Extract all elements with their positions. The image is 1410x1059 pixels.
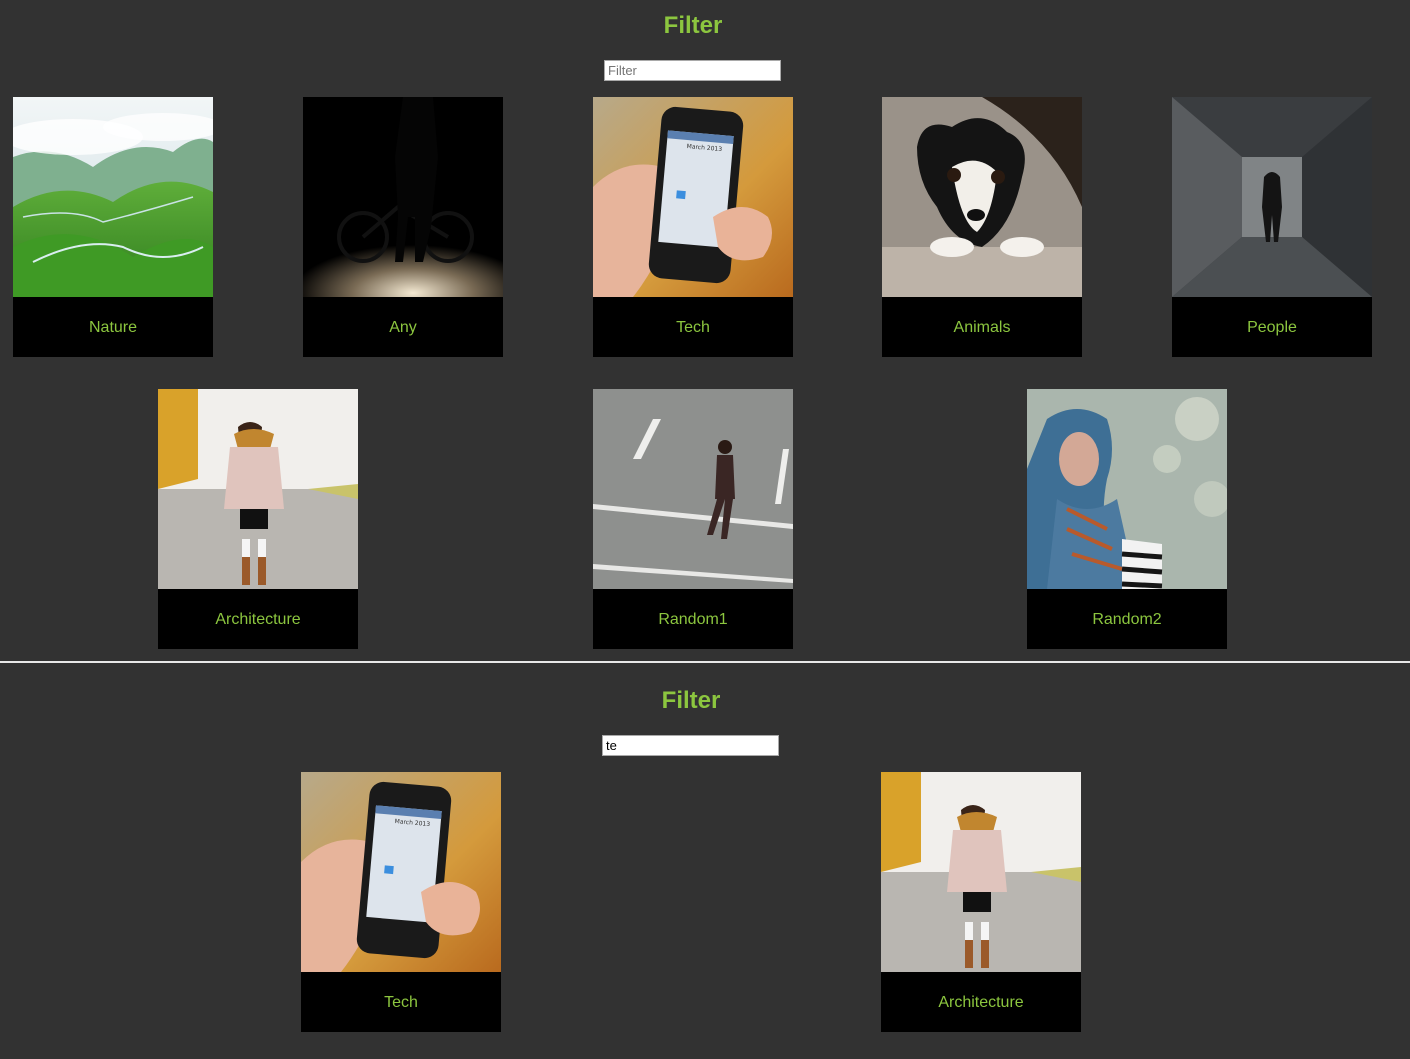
smartphone-calendar-photo: March 2013 bbox=[593, 97, 793, 297]
card-label: Architecture bbox=[215, 611, 301, 628]
woman-in-scarf-photo bbox=[1027, 389, 1227, 589]
page-title: Filter bbox=[663, 12, 723, 39]
card-label: People bbox=[1247, 319, 1297, 336]
gallery-card-architecture[interactable]: Architecture bbox=[881, 772, 1081, 1032]
gallery-card-random1[interactable]: Random1 bbox=[593, 389, 793, 649]
gallery-card-tech[interactable]: March 2013 Tech bbox=[301, 772, 501, 1032]
gallery-card-nature[interactable]: Nature bbox=[13, 97, 213, 357]
card-label: Any bbox=[389, 319, 417, 336]
person-in-corridor-photo bbox=[1172, 97, 1372, 297]
puppy-photo bbox=[882, 97, 1082, 297]
gallery-card-people[interactable]: People bbox=[1172, 97, 1372, 357]
page-title: Filter bbox=[661, 687, 721, 714]
card-label: Animals bbox=[953, 319, 1011, 336]
gallery-card-tech[interactable]: March 2013 Tech bbox=[593, 97, 793, 357]
card-label: Nature bbox=[88, 319, 138, 336]
gallery-card-architecture[interactable]: Architecture bbox=[158, 389, 358, 649]
man-crossing-street-photo bbox=[593, 389, 793, 589]
bicycle-silhouette-photo bbox=[303, 97, 503, 297]
nature-photo bbox=[13, 97, 213, 297]
filter-panel-bottom: Filter March 2013 Tech bbox=[0, 664, 1410, 1059]
filter-input[interactable] bbox=[602, 735, 779, 756]
filter-panel-top: Filter Nature bbox=[0, 0, 1410, 662]
section-divider bbox=[0, 661, 1410, 663]
smartphone-calendar-photo: March 2013 bbox=[301, 772, 501, 972]
card-label: Random1 bbox=[658, 611, 728, 628]
card-label: Tech bbox=[676, 319, 710, 336]
gallery-card-any[interactable]: Any bbox=[303, 97, 503, 357]
card-label: Architecture bbox=[938, 994, 1024, 1011]
filter-input[interactable] bbox=[604, 60, 781, 81]
woman-on-road-photo bbox=[881, 772, 1081, 972]
card-label: Tech bbox=[384, 994, 418, 1011]
gallery-card-animals[interactable]: Animals bbox=[882, 97, 1082, 357]
card-label: Random2 bbox=[1092, 611, 1162, 628]
gallery-card-random2[interactable]: Random2 bbox=[1027, 389, 1227, 649]
woman-on-road-photo bbox=[158, 389, 358, 589]
